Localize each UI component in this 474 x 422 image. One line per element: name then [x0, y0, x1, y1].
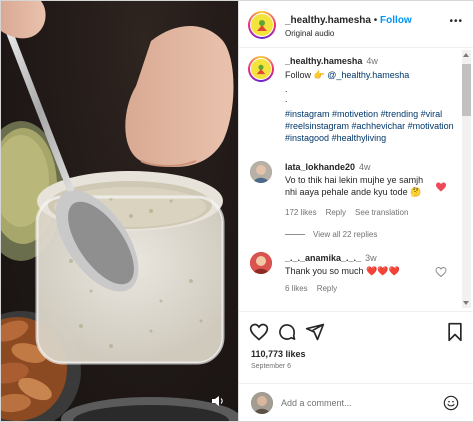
post-actions: 110,773 likes September 6: [239, 311, 473, 388]
hashtag-link[interactable]: #motivetion: [332, 109, 378, 119]
add-comment-bar: [239, 383, 473, 421]
comment-text: Vo to thik hai lekin mujhe ye samjh nhi …: [285, 175, 424, 197]
hashtag-link[interactable]: #instagood: [285, 133, 329, 143]
scroll-down-icon[interactable]: [463, 301, 469, 305]
hashtag-link[interactable]: #healthyliving: [332, 133, 387, 143]
post-side-panel: _healthy.hamesha • Follow Original audio…: [239, 1, 473, 421]
author-username[interactable]: _healthy.hamesha: [285, 15, 371, 26]
caption-dot-2: .: [285, 94, 288, 104]
caption-follow-line: Follow 👉 @_healthy.hamesha: [285, 70, 409, 81]
bookmark-icon[interactable]: [445, 322, 465, 342]
post-modal: _healthy.hamesha • Follow Original audio…: [0, 0, 474, 422]
comment-heart-icon[interactable]: [435, 180, 447, 192]
audio-label[interactable]: Original audio: [285, 29, 334, 38]
caption-dot-1: .: [285, 84, 288, 94]
hashtag-link[interactable]: #instagram: [285, 109, 330, 119]
viewer-avatar: [251, 392, 273, 414]
share-icon[interactable]: [305, 322, 325, 342]
view-replies-label: View all 22 replies: [313, 230, 378, 239]
caption-follow-text: Follow 👉: [285, 70, 328, 80]
caption-username[interactable]: _healthy.hamesha: [285, 56, 362, 66]
scroll-thumb[interactable]: [462, 64, 471, 116]
view-replies-button[interactable]: View all 22 replies: [285, 230, 377, 239]
comment-username[interactable]: _._._anamika_._._: [285, 253, 361, 263]
heart-icon[interactable]: [249, 322, 269, 342]
comment-input[interactable]: [281, 396, 431, 410]
post-header: _healthy.hamesha • Follow Original audio…: [239, 1, 473, 48]
replies-dash: [285, 234, 305, 236]
comment-text: Thank you so much ❤️❤️❤️: [285, 266, 400, 276]
hashtag-link[interactable]: #viral: [421, 109, 443, 119]
commenter-avatar[interactable]: [250, 161, 272, 183]
commenter-avatar[interactable]: [250, 252, 272, 274]
comment-author-row: _._._anamika_._._ 3w: [285, 253, 377, 263]
comments-scrollbar[interactable]: [462, 50, 471, 308]
post-date: September 6: [251, 363, 292, 370]
post-likes-count[interactable]: 110,773 likes: [251, 349, 306, 359]
header-user-row: _healthy.hamesha • Follow: [285, 15, 412, 26]
caption-avatar[interactable]: [248, 56, 274, 82]
caption-mention-link[interactable]: @_healthy.hamesha: [327, 70, 409, 80]
reel-video[interactable]: [1, 1, 238, 421]
comment-meta: 172 likes Reply See translation: [285, 208, 417, 217]
hashtag-link[interactable]: #motivation: [408, 121, 454, 131]
see-translation-button[interactable]: See translation: [355, 208, 408, 217]
smiley-icon[interactable]: [443, 395, 459, 411]
comment-time: 4w: [359, 162, 371, 172]
comment-heart-icon[interactable]: [435, 265, 447, 278]
caption-author-row: _healthy.hamesha 4w: [285, 56, 378, 66]
comment-likes[interactable]: 6 likes: [285, 284, 308, 293]
comment-reply-button[interactable]: Reply: [317, 284, 337, 293]
hashtag-link[interactable]: #reelsinstagram: [285, 121, 349, 131]
comment-likes[interactable]: 172 likes: [285, 208, 317, 217]
comment-reply-button[interactable]: Reply: [326, 208, 346, 217]
comment-meta: 6 likes Reply: [285, 284, 346, 293]
hashtag-link[interactable]: #trending: [381, 109, 419, 119]
author-avatar[interactable]: [248, 11, 276, 39]
video-frame-illustration: [1, 1, 238, 421]
comment-time: 3w: [365, 253, 377, 263]
scroll-up-icon[interactable]: [463, 53, 469, 57]
more-horizontal-icon[interactable]: •••: [449, 17, 463, 27]
comments-list[interactable]: _healthy.hamesha 4w Follow 👉 @_healthy.ha…: [239, 48, 473, 310]
volume-icon[interactable]: [210, 393, 226, 409]
header-separator: •: [373, 15, 378, 26]
hashtag-link[interactable]: #achhevichar: [352, 121, 406, 131]
caption-hashtags: #instagram #motivetion #trending #viral …: [285, 108, 455, 144]
comment-username[interactable]: lata_lokhande20: [285, 162, 355, 172]
comment-author-row: lata_lokhande20 4w: [285, 162, 371, 172]
comment-icon[interactable]: [277, 322, 297, 342]
follow-button[interactable]: Follow: [380, 15, 412, 26]
caption-time: 4w: [366, 56, 378, 66]
